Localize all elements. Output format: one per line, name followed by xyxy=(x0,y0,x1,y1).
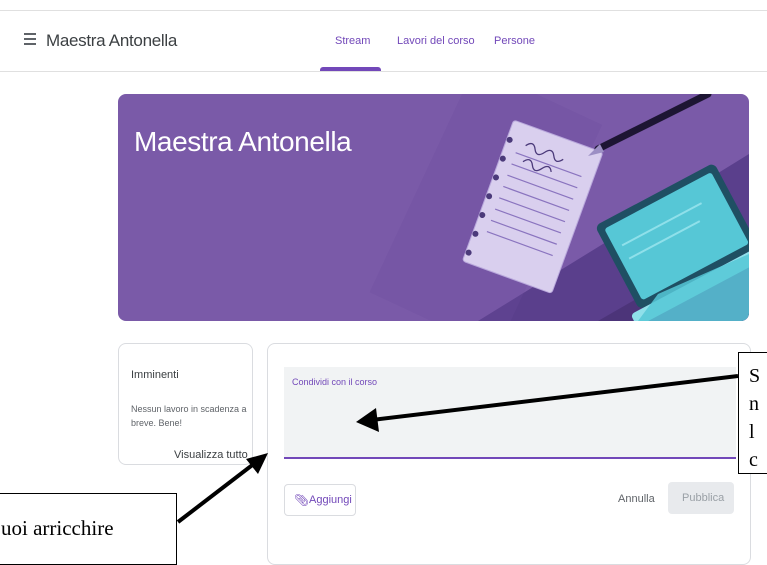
callout-right-fragment: n xyxy=(749,393,759,415)
annotation-arrows xyxy=(176,374,739,524)
annotation-callout-left: uoi arricchire xyxy=(0,493,177,565)
callout-right-fragment: S xyxy=(749,365,761,387)
callout-right-fragment: l xyxy=(749,421,755,443)
left-annotation-arrow xyxy=(176,461,257,524)
right-annotation-arrow xyxy=(371,374,739,422)
annotation-callout-right: S n l c xyxy=(738,352,767,474)
callout-right-fragment: c xyxy=(749,449,758,471)
callout-left-text: uoi arricchire xyxy=(1,516,114,540)
